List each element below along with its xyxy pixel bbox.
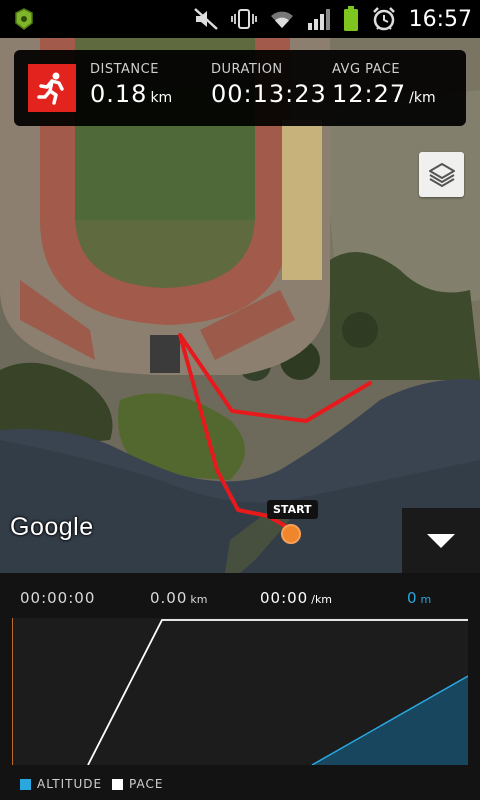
altitude-swatch	[20, 778, 31, 790]
time-value: 00:00:00	[20, 589, 96, 607]
bottom-distance-unit: km	[190, 593, 208, 606]
distance-value: 0.18	[90, 80, 148, 108]
elevation-pace-graph[interactable]	[11, 618, 469, 766]
workout-stats-panel: DISTANCE 0.18 km DURATION 00:13:23 AVG PA…	[14, 50, 466, 126]
pace-legend-label: PACE	[129, 777, 164, 791]
mute-icon	[193, 7, 219, 31]
pace-swatch	[112, 778, 124, 790]
collapse-panel-button[interactable]	[402, 508, 480, 574]
distance-label: DISTANCE	[90, 62, 159, 77]
status-bar: 16:57	[0, 0, 480, 38]
altitude-metric: 0m	[407, 589, 431, 607]
map-layers-button[interactable]	[419, 152, 464, 197]
pace-unit: /km	[409, 90, 436, 106]
distance-stat: DISTANCE 0.18 km	[90, 62, 172, 108]
bottom-altitude-value: 0	[407, 589, 418, 607]
pace-value: 12:27	[332, 80, 407, 108]
app-notification-icon	[12, 7, 36, 35]
pace-label: AVG PACE	[332, 62, 401, 77]
duration-value: 00:13:23	[211, 80, 327, 108]
start-label: START	[267, 500, 318, 519]
chevron-down-icon	[427, 534, 455, 548]
time-metric: 00:00:00	[20, 589, 95, 607]
graph-legend: ALTITUDE PACE	[20, 777, 163, 791]
bottom-pace-value: 00:00	[260, 589, 309, 607]
bottom-distance-value: 0.00	[150, 589, 188, 607]
battery-icon	[343, 6, 359, 32]
pace-stat: AVG PACE 12:27/km	[332, 62, 436, 108]
alarm-icon	[371, 6, 397, 32]
distance-unit: km	[150, 90, 173, 106]
distance-metric: 0.00 km	[150, 589, 208, 607]
start-marker[interactable]	[281, 524, 301, 544]
pace-metric: 00:00/km	[260, 589, 332, 607]
bottom-panel: 00:00:00 0.00 km 00:00/km 0m ALTITUDE PAC…	[0, 573, 480, 800]
vibrate-icon	[230, 7, 257, 31]
bottom-pace-unit: /km	[311, 593, 333, 606]
layers-icon	[428, 162, 455, 187]
duration-label: DURATION	[211, 62, 283, 77]
signal-icon	[307, 7, 331, 31]
duration-stat: DURATION 00:13:23	[211, 62, 327, 108]
wifi-icon	[269, 8, 295, 30]
google-attribution: Google	[10, 513, 94, 541]
bottom-altitude-unit: m	[420, 593, 432, 606]
running-icon	[28, 64, 76, 112]
clock: 16:57	[408, 6, 472, 32]
altitude-legend-label: ALTITUDE	[37, 777, 103, 791]
